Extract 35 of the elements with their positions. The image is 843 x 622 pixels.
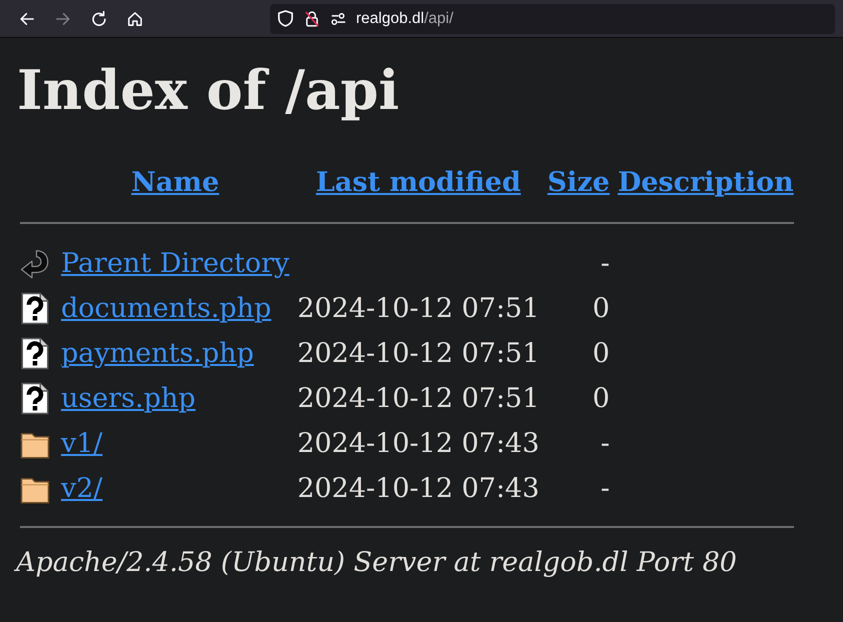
file-link[interactable]: users.php (61, 382, 196, 414)
left-arrow-icon (20, 12, 34, 24)
right-arrow-icon (56, 12, 70, 24)
curved-arrow-icon (20, 247, 50, 280)
question-page-icon (20, 337, 50, 370)
file-link[interactable]: documents.php (61, 292, 272, 324)
address-bar[interactable]: realgob.dl/api/ (270, 4, 835, 34)
sliders-icon (331, 12, 346, 24)
question-page-icon (20, 292, 50, 325)
file-size: - (600, 428, 610, 458)
file-size: - (600, 248, 610, 278)
column-header-link[interactable]: Name (131, 166, 220, 198)
home-icon (128, 12, 142, 26)
modified-date: 2024-10-12 07:51 (297, 338, 540, 368)
server-signature: Apache/2.4.58 (Ubuntu) Server at realgob.dl Port 80 (16, 549, 738, 577)
column-header-link[interactable]: Size (547, 166, 610, 198)
file-size: 0 (592, 382, 610, 414)
question-page-icon (20, 382, 50, 415)
file-link[interactable]: payments.php (61, 338, 254, 368)
shield-icon (278, 10, 293, 27)
file-size: - (600, 472, 610, 504)
page-heading: Index of /api (17, 59, 400, 121)
file-size: 0 (592, 338, 610, 368)
file-link[interactable]: v2/ (61, 472, 103, 504)
reload-icon (92, 11, 106, 26)
column-header-link[interactable]: Last modified (316, 166, 521, 198)
modified-date: 2024-10-12 07:43 (297, 472, 540, 504)
modified-date: 2024-10-12 07:51 (297, 382, 540, 414)
file-link[interactable]: Parent Directory (61, 248, 290, 278)
file-link[interactable]: v1/ (61, 428, 103, 458)
column-header-link[interactable]: Description (618, 166, 794, 198)
file-size: 0 (592, 292, 610, 324)
modified-date: 2024-10-12 07:43 (297, 428, 540, 458)
url-text: realgob.dl/api/ (356, 10, 454, 28)
modified-date: 2024-10-12 07:51 (297, 292, 540, 324)
